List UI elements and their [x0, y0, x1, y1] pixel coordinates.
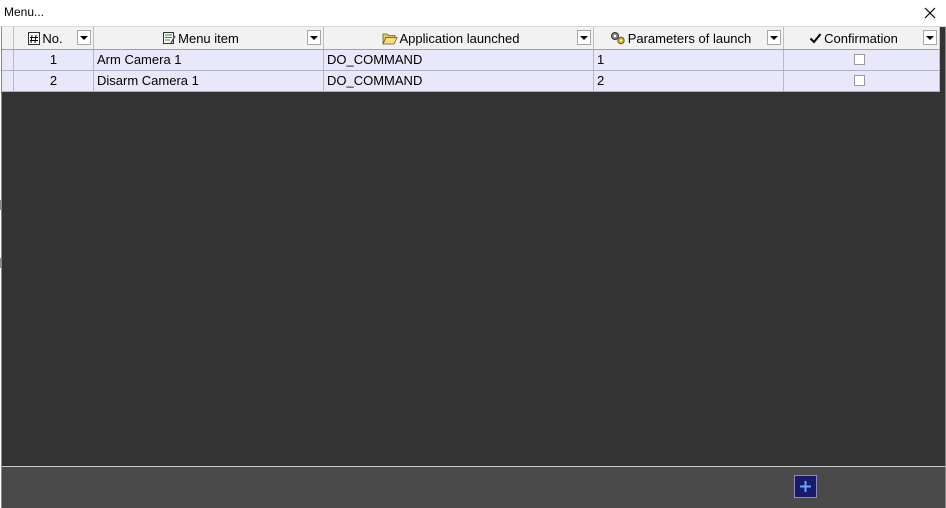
row-selector-header: [2, 27, 14, 49]
cell-confirmation: [784, 71, 940, 91]
column-header-confirmation[interactable]: Confirmation: [784, 27, 940, 49]
menu-item-icon: [162, 31, 176, 45]
column-header-application-label: Application launched: [399, 30, 520, 46]
close-icon: [924, 7, 936, 19]
title-bar: Menu...: [0, 0, 946, 27]
column-header-application[interactable]: Application launched: [324, 27, 594, 49]
column-header-no[interactable]: No.: [14, 27, 94, 49]
column-header-menu-item[interactable]: Menu item: [94, 27, 324, 49]
column-filter-dropdown[interactable]: [767, 30, 781, 45]
cell-parameters[interactable]: 1: [594, 50, 784, 70]
checkmark-icon: [809, 32, 822, 44]
hash-icon: [28, 31, 41, 45]
cell-parameters[interactable]: 2: [594, 71, 784, 91]
column-filter-dropdown[interactable]: [923, 30, 937, 45]
column-header-parameters[interactable]: Parameters of launch: [594, 27, 784, 49]
menu-grid: No. Menu item Application launched Param…: [2, 27, 940, 92]
grid-area: No. Menu item Application launched Param…: [1, 27, 946, 467]
gears-icon: [610, 31, 626, 45]
plus-icon: [800, 481, 811, 492]
cell-confirmation: [784, 50, 940, 70]
cell-application[interactable]: DO_COMMAND: [324, 50, 594, 70]
cell-no: 2: [14, 71, 94, 91]
column-filter-dropdown[interactable]: [577, 30, 591, 45]
table-row[interactable]: 1 Arm Camera 1 DO_COMMAND 1: [2, 50, 940, 71]
cell-menu-item[interactable]: Disarm Camera 1: [94, 71, 324, 91]
cell-no: 1: [14, 50, 94, 70]
cell-menu-item[interactable]: Arm Camera 1: [94, 50, 324, 70]
table-row[interactable]: 2 Disarm Camera 1 DO_COMMAND 2: [2, 71, 940, 92]
window-title: Menu...: [4, 5, 45, 19]
confirmation-checkbox[interactable]: [854, 54, 865, 65]
open-folder-icon: [381, 32, 398, 45]
column-filter-dropdown[interactable]: [77, 30, 91, 45]
column-header-no-label: No.: [42, 30, 63, 46]
row-selector[interactable]: [2, 71, 14, 91]
close-button[interactable]: [920, 3, 940, 23]
column-filter-dropdown[interactable]: [307, 30, 321, 45]
resize-handle[interactable]: [0, 258, 2, 268]
add-item-button[interactable]: [794, 475, 817, 498]
grid-header: No. Menu item Application launched Param…: [2, 27, 940, 50]
cell-application[interactable]: DO_COMMAND: [324, 71, 594, 91]
column-header-menu-item-label: Menu item: [178, 30, 239, 46]
footer-bar: [1, 467, 946, 508]
row-selector[interactable]: [2, 50, 14, 70]
column-header-parameters-label: Parameters of launch: [627, 30, 752, 46]
confirmation-checkbox[interactable]: [854, 75, 865, 86]
resize-handle[interactable]: [0, 200, 2, 210]
column-header-confirmation-label: Confirmation: [824, 30, 898, 46]
